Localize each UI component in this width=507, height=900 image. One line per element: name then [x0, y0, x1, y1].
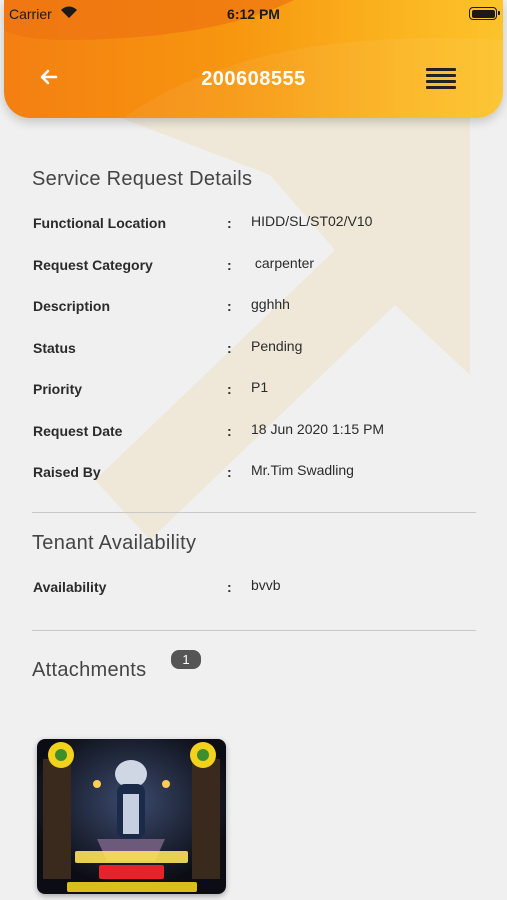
- row-separator: :: [227, 423, 232, 439]
- row-label: Request Category: [33, 257, 153, 273]
- battery-icon: [469, 7, 500, 20]
- row-separator: :: [227, 257, 232, 273]
- detail-row-priority: Priority : P1: [33, 379, 473, 401]
- row-separator: :: [227, 464, 232, 480]
- row-value: Pending: [251, 338, 303, 354]
- detail-row-raised-by: Raised By : Mr.Tim Swadling: [33, 462, 473, 484]
- row-label: Availability: [33, 579, 107, 595]
- detail-row-status: Status : Pending: [33, 338, 473, 360]
- service-request-title: Service Request Details: [32, 168, 253, 190]
- section-divider: [32, 512, 476, 513]
- row-value: HIDD/SL/ST02/V10: [251, 213, 373, 229]
- row-label: Status: [33, 340, 76, 356]
- attachments-title: Attachments: [32, 659, 147, 681]
- row-separator: :: [227, 215, 232, 231]
- row-label: Priority: [33, 381, 83, 397]
- attachment-thumbnail[interactable]: [37, 739, 226, 894]
- detail-row-request-category: Request Category : carpenter: [33, 255, 473, 277]
- tenant-availability-title: Tenant Availability: [32, 532, 197, 554]
- row-separator: :: [227, 298, 232, 314]
- detail-row-availability: Availability : bvvb: [33, 577, 473, 599]
- row-label: Description: [33, 298, 111, 314]
- row-label: Raised By: [33, 464, 101, 480]
- row-label: Request Date: [33, 423, 123, 439]
- row-value: P1: [251, 379, 269, 395]
- row-value: bvvb: [251, 577, 281, 593]
- status-bar: Carrier 6:12 PM: [0, 0, 507, 28]
- hamburger-menu-icon[interactable]: [426, 68, 456, 92]
- row-separator: :: [227, 381, 232, 397]
- detail-row-description: Description : gghhh: [33, 296, 473, 318]
- attachment-count-badge: 1: [171, 650, 201, 669]
- section-divider: [32, 630, 476, 631]
- row-separator: :: [227, 579, 232, 595]
- row-value: 18 Jun 2020 1:15 PM: [251, 421, 385, 437]
- image-thumbnail-icon: [37, 739, 226, 894]
- row-separator: :: [227, 340, 232, 356]
- status-time: 6:12 PM: [227, 6, 280, 22]
- row-label: Functional Location: [33, 215, 166, 231]
- row-value: gghhh: [251, 296, 290, 312]
- detail-row-functional-location: Functional Location : HIDD/SL/ST02/V10: [33, 213, 473, 235]
- row-value: carpenter: [251, 255, 315, 271]
- detail-row-request-date: Request Date : 18 Jun 2020 1:15 PM: [33, 421, 473, 443]
- row-value: Mr.Tim Swadling: [251, 462, 354, 478]
